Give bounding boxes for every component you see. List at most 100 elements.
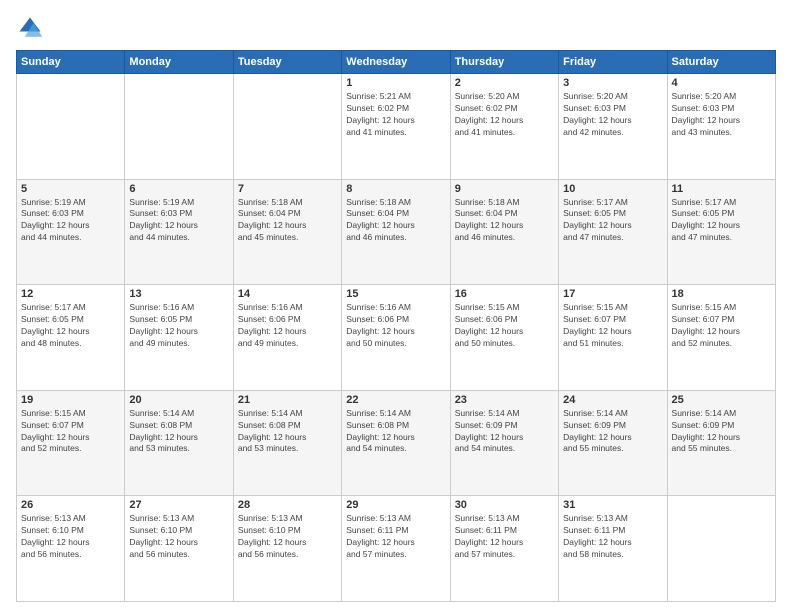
day-number: 18 — [672, 288, 771, 300]
day-info: Sunrise: 5:21 AM Sunset: 6:02 PM Dayligh… — [346, 91, 445, 139]
calendar-cell: 12 Sunrise: 5:17 AM Sunset: 6:05 PM Dayli… — [17, 285, 125, 391]
calendar-week-4: 19Sunrise: 5:15 AM Sunset: 6:07 PM Dayli… — [17, 390, 776, 496]
calendar-cell: 8Sunrise: 5:18 AM Sunset: 6:04 PM Daylig… — [342, 179, 450, 285]
day-info: Sunrise: 5:13 AM Sunset: 6:10 PM Dayligh… — [21, 513, 120, 561]
day-info: Sunrise: 5:14 AM Sunset: 6:09 PM Dayligh… — [455, 408, 554, 456]
day-number: 1 — [346, 77, 445, 89]
day-number: 13 — [129, 288, 228, 300]
day-info: Sunrise: 5:13 AM Sunset: 6:11 PM Dayligh… — [346, 513, 445, 561]
calendar-cell — [125, 74, 233, 180]
day-info: Sunrise: 5:15 AM Sunset: 6:07 PM Dayligh… — [21, 408, 120, 456]
day-number: 3 — [563, 77, 662, 89]
weekday-header-wednesday: Wednesday — [342, 51, 450, 74]
day-number: 30 — [455, 499, 554, 511]
day-number: 24 — [563, 394, 662, 406]
day-number: 16 — [455, 288, 554, 300]
day-number: 28 — [238, 499, 337, 511]
day-number: 25 — [672, 394, 771, 406]
logo — [16, 14, 48, 42]
calendar-cell: 22 Sunrise: 5:14 AM Sunset: 6:08 PM Dayli… — [342, 390, 450, 496]
calendar-cell: 7Sunrise: 5:18 AM Sunset: 6:04 PM Daylig… — [233, 179, 341, 285]
calendar-week-2: 5 Sunrise: 5:19 AM Sunset: 6:03 PM Daylig… — [17, 179, 776, 285]
day-info: Sunrise: 5:16 AM Sunset: 6:06 PM Dayligh… — [238, 302, 337, 350]
day-info: Sunrise: 5:16 AM Sunset: 6:06 PM Dayligh… — [346, 302, 445, 350]
day-number: 29 — [346, 499, 445, 511]
calendar-cell: 1 Sunrise: 5:21 AM Sunset: 6:02 PM Daylig… — [342, 74, 450, 180]
calendar-week-1: 1 Sunrise: 5:21 AM Sunset: 6:02 PM Daylig… — [17, 74, 776, 180]
day-info: Sunrise: 5:19 AM Sunset: 6:03 PM Dayligh… — [21, 197, 120, 245]
day-info: Sunrise: 5:17 AM Sunset: 6:05 PM Dayligh… — [563, 197, 662, 245]
weekday-header-row: SundayMondayTuesdayWednesdayThursdayFrid… — [17, 51, 776, 74]
day-info: Sunrise: 5:13 AM Sunset: 6:11 PM Dayligh… — [563, 513, 662, 561]
calendar-week-3: 12 Sunrise: 5:17 AM Sunset: 6:05 PM Dayli… — [17, 285, 776, 391]
day-info: Sunrise: 5:17 AM Sunset: 6:05 PM Dayligh… — [21, 302, 120, 350]
day-info: Sunrise: 5:15 AM Sunset: 6:07 PM Dayligh… — [563, 302, 662, 350]
day-info: Sunrise: 5:13 AM Sunset: 6:10 PM Dayligh… — [129, 513, 228, 561]
day-number: 31 — [563, 499, 662, 511]
calendar-cell — [233, 74, 341, 180]
day-info: Sunrise: 5:18 AM Sunset: 6:04 PM Dayligh… — [455, 197, 554, 245]
day-number: 15 — [346, 288, 445, 300]
header — [16, 14, 776, 42]
day-number: 20 — [129, 394, 228, 406]
day-number: 27 — [129, 499, 228, 511]
day-number: 8 — [346, 183, 445, 195]
calendar-cell: 13 Sunrise: 5:16 AM Sunset: 6:05 PM Dayli… — [125, 285, 233, 391]
day-info: Sunrise: 5:17 AM Sunset: 6:05 PM Dayligh… — [672, 197, 771, 245]
calendar-cell — [17, 74, 125, 180]
day-info: Sunrise: 5:14 AM Sunset: 6:09 PM Dayligh… — [672, 408, 771, 456]
day-number: 11 — [672, 183, 771, 195]
calendar-cell: 28 Sunrise: 5:13 AM Sunset: 6:10 PM Dayli… — [233, 496, 341, 602]
day-number: 17 — [563, 288, 662, 300]
weekday-header-monday: Monday — [125, 51, 233, 74]
day-info: Sunrise: 5:20 AM Sunset: 6:03 PM Dayligh… — [672, 91, 771, 139]
calendar-cell: 24 Sunrise: 5:14 AM Sunset: 6:09 PM Dayli… — [559, 390, 667, 496]
day-number: 26 — [21, 499, 120, 511]
calendar-cell: 26 Sunrise: 5:13 AM Sunset: 6:10 PM Dayli… — [17, 496, 125, 602]
calendar-cell: 25 Sunrise: 5:14 AM Sunset: 6:09 PM Dayli… — [667, 390, 775, 496]
day-number: 9 — [455, 183, 554, 195]
weekday-header-sunday: Sunday — [17, 51, 125, 74]
calendar-cell: 19Sunrise: 5:15 AM Sunset: 6:07 PM Dayli… — [17, 390, 125, 496]
day-number: 7 — [238, 183, 337, 195]
day-info: Sunrise: 5:14 AM Sunset: 6:09 PM Dayligh… — [563, 408, 662, 456]
calendar-cell: 3Sunrise: 5:20 AM Sunset: 6:03 PM Daylig… — [559, 74, 667, 180]
calendar-cell: 31 Sunrise: 5:13 AM Sunset: 6:11 PM Dayli… — [559, 496, 667, 602]
day-number: 22 — [346, 394, 445, 406]
calendar-cell — [667, 496, 775, 602]
calendar-table: SundayMondayTuesdayWednesdayThursdayFrid… — [16, 50, 776, 602]
weekday-header-tuesday: Tuesday — [233, 51, 341, 74]
day-info: Sunrise: 5:19 AM Sunset: 6:03 PM Dayligh… — [129, 197, 228, 245]
calendar-cell: 30 Sunrise: 5:13 AM Sunset: 6:11 PM Dayli… — [450, 496, 558, 602]
calendar-cell: 5 Sunrise: 5:19 AM Sunset: 6:03 PM Daylig… — [17, 179, 125, 285]
calendar-cell: 29 Sunrise: 5:13 AM Sunset: 6:11 PM Dayli… — [342, 496, 450, 602]
calendar-week-5: 26 Sunrise: 5:13 AM Sunset: 6:10 PM Dayli… — [17, 496, 776, 602]
weekday-header-saturday: Saturday — [667, 51, 775, 74]
calendar-cell: 27 Sunrise: 5:13 AM Sunset: 6:10 PM Dayli… — [125, 496, 233, 602]
day-info: Sunrise: 5:13 AM Sunset: 6:10 PM Dayligh… — [238, 513, 337, 561]
calendar-cell: 9 Sunrise: 5:18 AM Sunset: 6:04 PM Daylig… — [450, 179, 558, 285]
day-info: Sunrise: 5:13 AM Sunset: 6:11 PM Dayligh… — [455, 513, 554, 561]
day-number: 10 — [563, 183, 662, 195]
weekday-header-friday: Friday — [559, 51, 667, 74]
logo-icon — [16, 14, 44, 42]
calendar-cell: 18Sunrise: 5:15 AM Sunset: 6:07 PM Dayli… — [667, 285, 775, 391]
day-info: Sunrise: 5:14 AM Sunset: 6:08 PM Dayligh… — [346, 408, 445, 456]
weekday-header-thursday: Thursday — [450, 51, 558, 74]
day-info: Sunrise: 5:16 AM Sunset: 6:05 PM Dayligh… — [129, 302, 228, 350]
day-number: 5 — [21, 183, 120, 195]
calendar-cell: 10 Sunrise: 5:17 AM Sunset: 6:05 PM Dayli… — [559, 179, 667, 285]
calendar-cell: 17 Sunrise: 5:15 AM Sunset: 6:07 PM Dayli… — [559, 285, 667, 391]
day-number: 14 — [238, 288, 337, 300]
day-number: 2 — [455, 77, 554, 89]
calendar-cell: 11 Sunrise: 5:17 AM Sunset: 6:05 PM Dayli… — [667, 179, 775, 285]
calendar-cell: 2Sunrise: 5:20 AM Sunset: 6:02 PM Daylig… — [450, 74, 558, 180]
calendar-cell: 4 Sunrise: 5:20 AM Sunset: 6:03 PM Daylig… — [667, 74, 775, 180]
day-number: 21 — [238, 394, 337, 406]
calendar-cell: 23 Sunrise: 5:14 AM Sunset: 6:09 PM Dayli… — [450, 390, 558, 496]
day-number: 12 — [21, 288, 120, 300]
calendar-cell: 20Sunrise: 5:14 AM Sunset: 6:08 PM Dayli… — [125, 390, 233, 496]
day-number: 4 — [672, 77, 771, 89]
day-number: 23 — [455, 394, 554, 406]
page: SundayMondayTuesdayWednesdayThursdayFrid… — [0, 0, 792, 612]
